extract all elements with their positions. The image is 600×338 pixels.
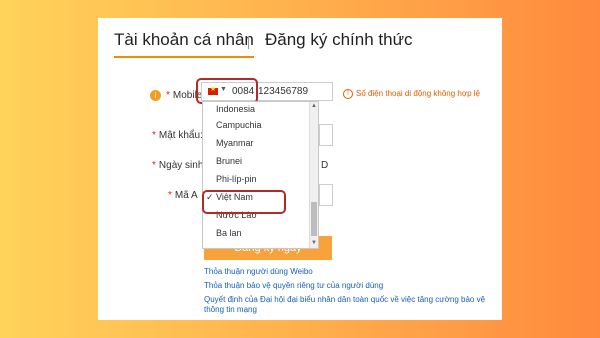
dropdown-scrollbar[interactable]: ▲ ▼ xyxy=(309,102,318,248)
tab-bar: Tài khoản cá nhân Đăng ký chính thức xyxy=(114,30,494,60)
tab-official-registration[interactable]: Đăng ký chính thức xyxy=(265,30,412,50)
privacy-agreement-link[interactable]: Thỏa thuận bảo vệ quyền riêng tư của ngư… xyxy=(204,281,383,290)
country-option[interactable]: Campuchia xyxy=(203,116,309,134)
selected-option-highlight xyxy=(202,190,286,214)
country-option[interactable]: Indonesia xyxy=(203,102,309,116)
tab-personal-account[interactable]: Tài khoản cá nhân xyxy=(114,30,254,58)
scroll-up-icon[interactable]: ▲ xyxy=(311,103,317,109)
dob-suffix: D xyxy=(321,160,329,171)
country-option[interactable]: Phi-líp-pin xyxy=(203,170,309,188)
decision-link-line1[interactable]: Quyết định của Đại hội đại biểu nhân dân… xyxy=(204,295,485,304)
registration-card: Tài khoản cá nhân Đăng ký chính thức i *… xyxy=(98,18,502,320)
dob-label: * Ngày sinh: xyxy=(152,160,207,171)
country-dropdown[interactable]: Indonesia Campuchia Myanmar Brunei Phi-l… xyxy=(202,101,319,249)
tab-divider xyxy=(248,36,249,49)
password-field[interactable] xyxy=(319,124,333,146)
country-option[interactable]: Myanmar xyxy=(203,134,309,152)
decision-link-line2[interactable]: thông tin mạng xyxy=(204,305,257,314)
error-icon: ! xyxy=(343,89,353,99)
scrollbar-thumb[interactable] xyxy=(311,202,317,236)
code-label: * Mã A xyxy=(168,190,198,201)
scroll-down-icon[interactable]: ▼ xyxy=(311,240,317,246)
info-icon: i xyxy=(150,90,161,101)
country-list: Indonesia Campuchia Myanmar Brunei Phi-l… xyxy=(203,102,309,242)
error-message: Số điện thoại di động không hợp lệ xyxy=(356,89,481,98)
country-option[interactable]: Ba lan xyxy=(203,224,309,242)
country-option[interactable]: Brunei xyxy=(203,152,309,170)
phone-input[interactable]: 123456789 xyxy=(258,86,308,97)
weibo-agreement-link[interactable]: Thỏa thuận người dùng Weibo xyxy=(204,267,313,276)
password-label: * Mật khẩu: xyxy=(152,130,203,141)
code-field[interactable] xyxy=(319,184,333,206)
